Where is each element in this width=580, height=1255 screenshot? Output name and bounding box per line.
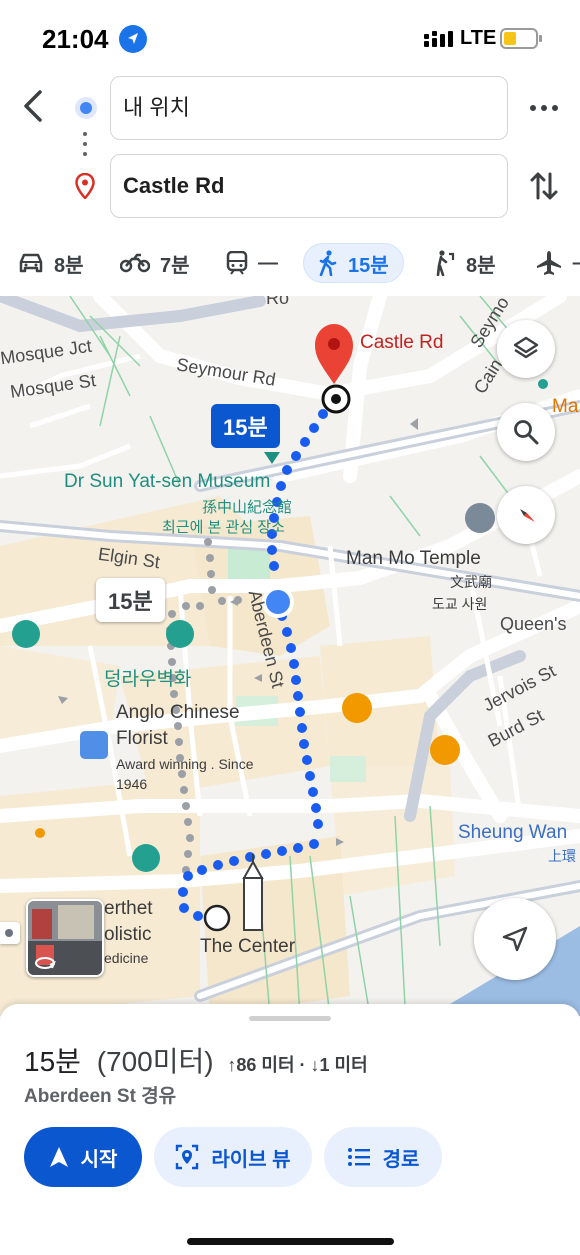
origin-dot-icon — [75, 97, 97, 119]
place-label-museum-ko: 최근에 본 관심 장소 — [162, 519, 285, 536]
battery-icon — [500, 28, 542, 49]
route-duration-badge[interactable]: 15분 — [211, 404, 280, 448]
mode-transit-label: — — [258, 251, 278, 274]
compass-icon — [520, 509, 535, 522]
alt-route-duration-badge[interactable]: 15분 — [96, 578, 165, 622]
street-label-road: Ro — [266, 296, 290, 308]
place-label-museum-en: Dr Sun Yat-sen Museum — [64, 471, 271, 492]
place-label-herthet-3: edicine — [104, 950, 149, 966]
status-bar: 21:04 LTE — [0, 0, 580, 70]
network-type: LTE — [460, 27, 497, 49]
recenter-button[interactable] — [474, 898, 556, 980]
route-duration: 15분 — [24, 1046, 81, 1077]
place-label-herthet-2: olistic — [104, 924, 152, 945]
layers-button[interactable] — [497, 320, 555, 378]
cellular-signal-icon — [424, 31, 454, 52]
list-icon — [347, 1148, 370, 1166]
route-via: Aberdeen St 경유 — [24, 1086, 177, 1107]
start-button-label: 시작 — [80, 1148, 118, 1171]
place-label-museum-zh: 孫中山紀念館 — [202, 499, 293, 516]
search-along-route-button[interactable] — [497, 403, 555, 461]
steps-button[interactable]: 경로 — [324, 1127, 442, 1187]
place-label-ma: Ma — [552, 396, 579, 417]
swap-button[interactable] — [530, 168, 558, 209]
map-view[interactable]: Ro Mosque Jct Mosque St Seymour Rd Seymo… — [0, 296, 580, 1016]
mode-walking-label: 15분 — [348, 254, 389, 277]
mode-transit[interactable]: — — [226, 243, 278, 283]
side-panel-tab[interactable] — [0, 922, 20, 944]
street-label-queens: Queen's — [500, 614, 567, 634]
mode-driving-label: 8분 — [54, 254, 84, 277]
place-label-man-mo-ko: 도교 사원 — [432, 596, 488, 612]
mode-rideshare[interactable]: 8분 — [434, 243, 496, 283]
destination-pin-icon — [75, 172, 95, 204]
street-view-rotate-icon — [35, 957, 56, 969]
more-options-button[interactable] — [528, 98, 560, 118]
layers-icon — [513, 336, 539, 359]
chevron-left-icon — [24, 90, 42, 122]
route-summary: 15분 (700미터) ↑86 미터 · ↓1 미터 — [24, 1040, 368, 1080]
street-view-thumbnail[interactable] — [26, 899, 104, 977]
steps-button-label: 경로 — [382, 1148, 420, 1171]
mode-flight[interactable]: – — [536, 243, 580, 283]
navigation-arrow-icon — [502, 926, 528, 952]
rideshare-icon — [436, 250, 455, 276]
place-label-duddell: 덩라우벽화 — [104, 669, 192, 690]
origin-input[interactable]: 내 위치 — [110, 76, 508, 140]
place-label-anglo-4: 1946 — [116, 776, 148, 792]
place-label-man-mo-en: Man Mo Temple — [346, 548, 481, 569]
more-horiz-icon — [530, 105, 558, 111]
place-label-the-center: The Center — [200, 936, 296, 957]
mode-driving[interactable]: 8분 — [18, 243, 84, 283]
travel-mode-bar: 8분 7분 — 15분 8분 – — [0, 240, 580, 288]
route-elevation: ↑86 미터 · ↓1 미터 — [227, 1055, 368, 1075]
mode-walking[interactable]: 15분 — [303, 243, 404, 283]
transit-icon — [226, 251, 248, 275]
live-view-icon — [176, 1144, 199, 1170]
live-view-button-label: 라이브 뷰 — [211, 1148, 291, 1171]
place-label-herthet-1: erthet — [104, 898, 153, 919]
place-label-castle-rd: Castle Rd — [360, 332, 444, 353]
search-icon — [514, 420, 539, 445]
back-button[interactable] — [18, 88, 48, 124]
place-label-man-mo-zh: 文武廟 — [450, 574, 492, 590]
navigation-start-icon — [49, 1147, 68, 1167]
place-label-anglo-2: Florist — [116, 728, 168, 749]
route-summary-sheet[interactable]: 15분 (700미터) ↑86 미터 · ↓1 미터 Aberdeen St 경… — [0, 1004, 580, 1255]
place-label-sheung-wan: Sheung Wan — [458, 822, 568, 843]
home-indicator[interactable] — [187, 1238, 394, 1245]
car-icon — [19, 253, 43, 273]
mode-motorcycle-label: 7분 — [160, 254, 190, 277]
place-label-sheung-wan-zh: 上環 — [548, 848, 576, 864]
route-distance: (700미터) — [96, 1046, 214, 1077]
mode-flight-label: – — [572, 252, 580, 275]
sheet-drag-handle[interactable] — [249, 1016, 331, 1021]
location-arrow-icon — [119, 25, 147, 53]
walk-icon — [319, 250, 337, 276]
status-time: 21:04 — [42, 24, 109, 54]
start-button[interactable]: 시작 — [24, 1127, 142, 1187]
place-label-anglo-3: Award winning . Since — [116, 756, 254, 772]
compass-button[interactable] — [497, 486, 555, 544]
swap-vertical-icon — [530, 172, 558, 200]
live-view-button[interactable]: 라이브 뷰 — [154, 1127, 312, 1187]
place-label-anglo-1: Anglo Chinese — [116, 702, 240, 723]
motorcycle-icon — [120, 253, 150, 273]
route-connector-icon — [83, 132, 87, 160]
flight-icon — [537, 251, 561, 275]
destination-input[interactable]: Castle Rd — [110, 154, 508, 218]
mode-rideshare-label: 8분 — [466, 254, 496, 277]
mode-motorcycle[interactable]: 7분 — [120, 243, 190, 283]
